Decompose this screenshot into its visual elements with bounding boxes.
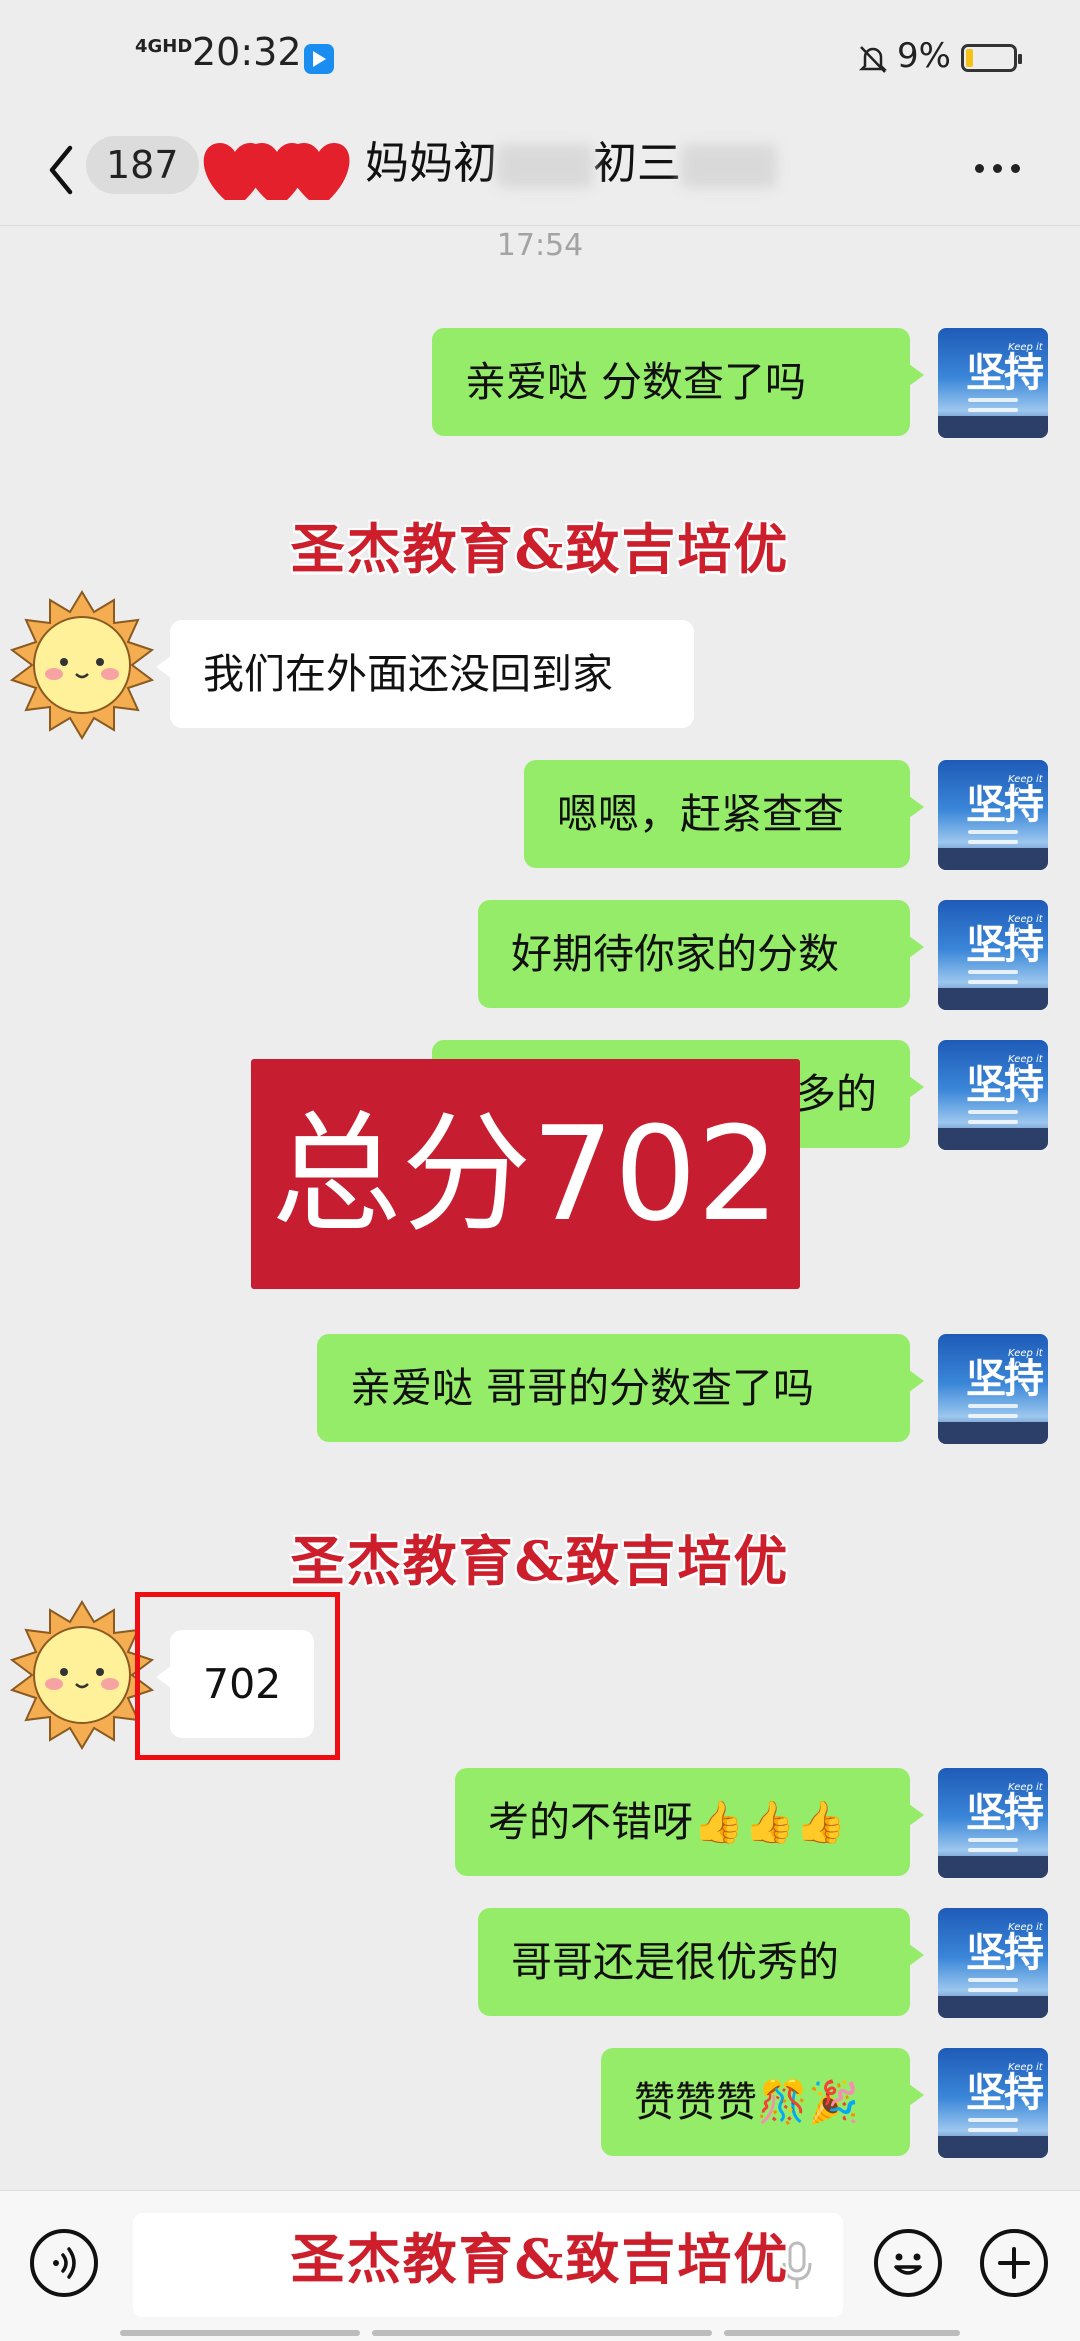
network-indicator: 4GHD [135,36,193,57]
timestamp: 17:54 [496,228,584,263]
gesture-bar [372,2330,712,2336]
gesture-bar [724,2330,960,2336]
message-bubble-sent[interactable]: 嗯嗯，赶紧查查 [524,760,924,868]
my-avatar[interactable]: 坚持 Keep it up [938,1334,1048,1444]
my-avatar[interactable]: 坚持 Keep it up [938,1768,1048,1878]
my-avatar[interactable]: 坚持 Keep it up [938,2048,1048,2158]
score-banner: 总分702 [251,1059,800,1289]
status-bar: 4GHD 20:32 9% [0,0,1080,120]
message-bubble-sent[interactable]: 亲爱哒 分数查了吗 [432,328,924,436]
watermark-text: 圣杰教育&致吉培优 [290,1529,790,1593]
battery-percent: 9% [897,36,951,76]
emoji-icon[interactable] [874,2229,942,2297]
hearts-sticker [203,143,350,200]
my-avatar[interactable]: 坚持 Keep it up [938,328,1048,438]
message-bubble-sent[interactable]: 好期待你家的分数 [478,900,924,1008]
message-bubble-sent[interactable]: 哥哥还是很优秀的 [478,1908,924,2016]
mute-bell-icon [858,46,888,73]
highlight-box [135,1592,340,1760]
my-avatar[interactable]: 坚持 Keep it up [938,1040,1048,1150]
app-notification-icon [304,44,334,74]
my-avatar[interactable]: 坚持 Keep it up [938,900,1048,1010]
plus-icon[interactable] [980,2229,1048,2297]
chat-header: 187 妈妈初 初三 [0,120,1080,226]
more-dots-icon[interactable] [975,158,1029,177]
unread-count-badge[interactable]: 187 [86,136,199,194]
message-bubble-sent[interactable]: 亲爱哒 哥哥的分数查了吗 [317,1334,924,1442]
chat-title-part2: 初三 [593,138,681,189]
clock: 20:32 [192,30,302,74]
watermark-text: 圣杰教育&致吉培优 [290,517,790,581]
redacted-block [681,144,777,188]
redacted-block [497,144,593,188]
message-bubble-sent[interactable]: 赞赞赞🎊🎉 [601,2048,924,2156]
my-avatar[interactable]: 坚持 Keep it up [938,760,1048,870]
battery-icon [961,44,1022,72]
message-bubble-received[interactable]: 我们在外面还没回到家 [156,620,694,728]
message-bubble-sent[interactable]: 考的不错呀👍👍👍 [455,1768,924,1876]
my-avatar[interactable]: 坚持 Keep it up [938,1908,1048,2018]
input-bar: 圣杰教育&致吉培优 [0,2190,1080,2341]
gesture-bar [120,2330,360,2336]
chat-title: 妈妈初 初三 [365,134,777,194]
sun-avatar-icon[interactable] [2,590,162,740]
chat-title-part1: 妈妈初 [365,138,497,189]
back-arrow-icon[interactable] [42,140,82,200]
